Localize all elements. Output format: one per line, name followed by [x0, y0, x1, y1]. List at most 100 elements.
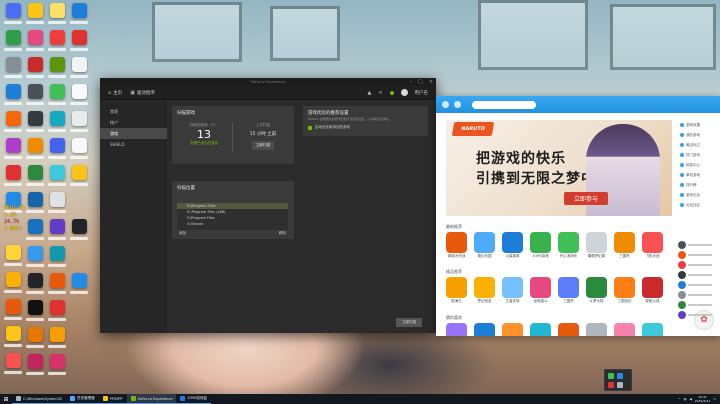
- refresh-icon[interactable]: [454, 101, 461, 108]
- desktop-icon[interactable]: [2, 326, 24, 353]
- settings-icon[interactable]: [389, 90, 394, 95]
- game-item[interactable]: 开心消消乐: [558, 232, 579, 259]
- location-row[interactable]: G:\Steam: [177, 221, 288, 227]
- desktop-icon[interactable]: [2, 272, 24, 299]
- desktop-icon[interactable]: [46, 3, 68, 30]
- game-item[interactable]: 奇幻乐园: [474, 232, 495, 259]
- game-item[interactable]: 斗罗大陆: [586, 277, 607, 304]
- desktop-icon[interactable]: [46, 192, 68, 219]
- desktop-icon[interactable]: [46, 354, 68, 381]
- chat-contact[interactable]: [678, 260, 720, 270]
- chat-contact[interactable]: [678, 250, 720, 260]
- side-link[interactable]: 游戏礼包: [680, 190, 720, 200]
- desktop-icon[interactable]: [24, 219, 46, 246]
- desktop-icon[interactable]: [2, 30, 24, 57]
- bottom-action-button[interactable]: 立即扫描: [396, 318, 422, 327]
- game-item[interactable]: 球球大作战: [446, 232, 467, 259]
- close-icon[interactable]: ×: [429, 78, 433, 86]
- clock[interactable]: 15:41 2019/4/21: [695, 395, 710, 403]
- desktop-icon[interactable]: [2, 138, 24, 165]
- game-item[interactable]: [614, 323, 635, 336]
- desktop-icon[interactable]: [68, 138, 90, 165]
- user-avatar[interactable]: [400, 89, 408, 96]
- optimized-games-link[interactable]: 查看已优化的游戏: [178, 141, 230, 146]
- search-input[interactable]: [472, 100, 536, 109]
- desktop-icon[interactable]: [46, 165, 68, 192]
- game-item[interactable]: 三国杀: [614, 232, 635, 259]
- desktop-icon[interactable]: [46, 57, 68, 84]
- game-item[interactable]: 穿越火线: [642, 277, 663, 304]
- chat-contact[interactable]: [678, 280, 720, 290]
- desktop-icon[interactable]: [46, 30, 68, 57]
- nav-home[interactable]: ⌂ 主页: [108, 90, 122, 96]
- desktop-icon[interactable]: [24, 354, 46, 381]
- chat-contact[interactable]: [678, 240, 720, 250]
- desktop-icon[interactable]: [24, 111, 46, 138]
- network-icon[interactable]: ▤: [684, 397, 687, 401]
- location-list[interactable]: D:\Program Files E:\Program Files (x86) …: [177, 203, 288, 230]
- maximize-icon[interactable]: □: [418, 78, 423, 86]
- game-item[interactable]: [642, 323, 663, 336]
- desktop-icon[interactable]: [2, 57, 24, 84]
- share-icon[interactable]: ≺: [378, 90, 382, 96]
- desktop-icon[interactable]: [68, 165, 90, 192]
- desktop-icon[interactable]: [24, 165, 46, 192]
- chevron-up-icon[interactable]: ^: [678, 397, 681, 401]
- desktop-icon[interactable]: [46, 300, 68, 327]
- desktop-icon[interactable]: [68, 30, 90, 57]
- desktop-icon[interactable]: [68, 57, 90, 84]
- gfe-title-bar[interactable]: GeForce Experience – □ ×: [100, 78, 436, 86]
- user-name[interactable]: 用户名: [415, 90, 429, 96]
- desktop-icon[interactable]: [24, 246, 46, 273]
- desktop-icon[interactable]: [24, 192, 46, 219]
- game-item[interactable]: 航海王: [446, 277, 467, 304]
- sidebar-item-games[interactable]: 游戏: [100, 128, 167, 139]
- sidebar-item-account[interactable]: 帐户: [100, 117, 167, 128]
- game-item[interactable]: [474, 323, 495, 336]
- chat-contact[interactable]: [678, 300, 720, 310]
- side-link[interactable]: 热门游戏: [680, 150, 720, 160]
- side-link[interactable]: 论坛社区: [680, 200, 720, 210]
- desktop-icon[interactable]: [68, 3, 90, 30]
- desktop-icon[interactable]: [68, 273, 90, 300]
- desktop-icon[interactable]: [2, 111, 24, 138]
- game-item[interactable]: 龙珠激斗: [530, 277, 551, 304]
- remove-location-button[interactable]: 移除: [279, 231, 286, 236]
- desktop-icon[interactable]: [46, 138, 68, 165]
- sidebar-item-shield[interactable]: SHIELD: [100, 139, 167, 150]
- desktop-icon[interactable]: [24, 57, 46, 84]
- taskbar-item[interactable]: 任务管理器: [66, 394, 99, 404]
- desktop-icon[interactable]: [24, 300, 46, 327]
- taskbar-item[interactable]: C:\Windows\System32: [12, 394, 67, 404]
- desktop-icon[interactable]: [46, 219, 68, 246]
- desktop-icon[interactable]: [46, 84, 68, 111]
- tray-app-icon[interactable]: [617, 373, 623, 379]
- side-link[interactable]: 单机游戏: [680, 170, 720, 180]
- desktop-icon[interactable]: [2, 165, 24, 192]
- desktop-icon[interactable]: [46, 273, 68, 300]
- add-location-button[interactable]: 添加: [179, 231, 186, 236]
- desktop-icon[interactable]: [46, 111, 68, 138]
- start-icon[interactable]: ⊞: [0, 394, 12, 404]
- game-item[interactable]: [502, 323, 523, 336]
- desktop-icon[interactable]: [46, 327, 68, 354]
- game-item[interactable]: [586, 323, 607, 336]
- tray-app-icon[interactable]: [608, 373, 614, 379]
- nav-drivers[interactable]: ▣ 驱动程序: [130, 90, 155, 96]
- tray-app-icon[interactable]: [608, 382, 614, 388]
- desktop-icon[interactable]: [24, 84, 46, 111]
- minimize-icon[interactable]: –: [410, 78, 413, 86]
- desktop-icon[interactable]: [68, 219, 90, 246]
- taskbar-item[interactable]: 4399游戏盒: [176, 394, 211, 404]
- side-link[interactable]: 排行榜: [680, 180, 720, 190]
- desktop-icon[interactable]: [24, 138, 46, 165]
- promo-banner[interactable]: NARUTO 把游戏的快乐 引携到无限之梦中 立即参与: [446, 120, 672, 216]
- desktop-icon[interactable]: [2, 299, 24, 326]
- taskbar-item[interactable]: GeForce Experience: [126, 394, 177, 404]
- taskbar-item[interactable]: PPSSPP: [98, 394, 127, 404]
- side-link[interactable]: 最近玩过: [680, 140, 720, 150]
- chat-contact[interactable]: [678, 310, 720, 320]
- game-item[interactable]: 火柴英雄: [502, 232, 523, 259]
- desktop-icon[interactable]: [24, 3, 46, 30]
- checkbox-checked-icon[interactable]: [308, 125, 312, 130]
